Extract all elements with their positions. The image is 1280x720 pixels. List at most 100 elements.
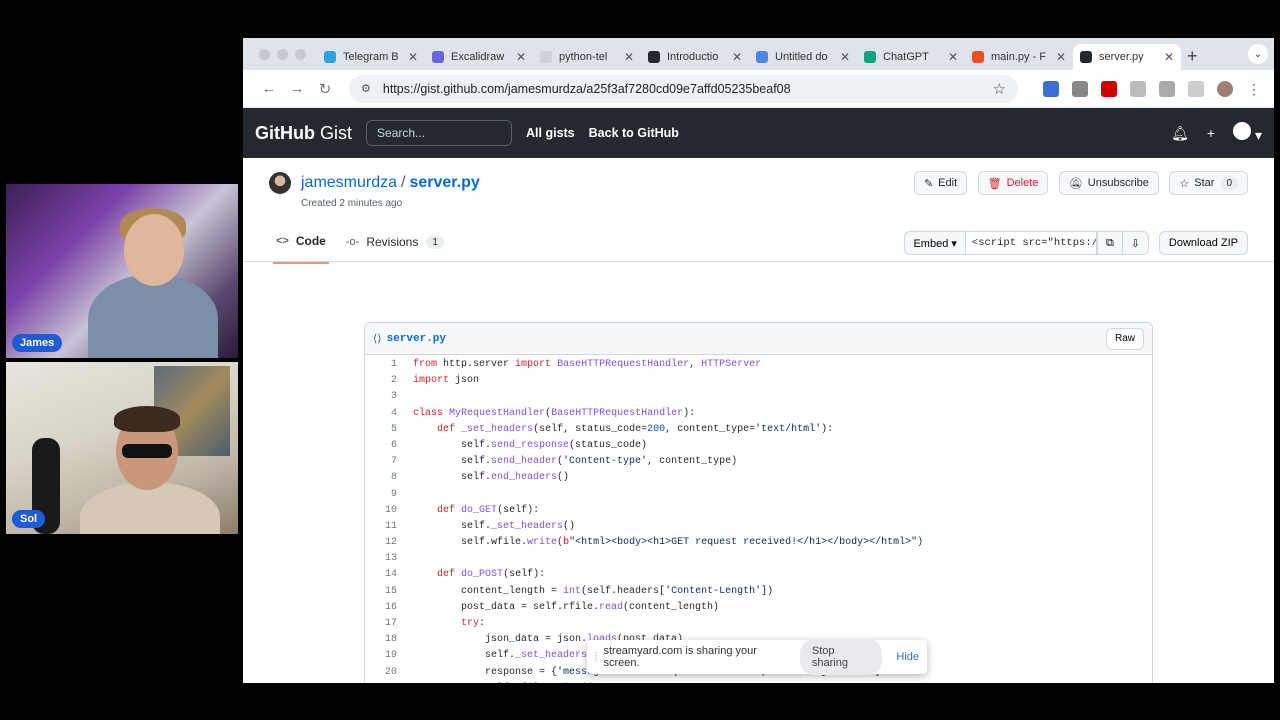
site-info-icon[interactable]: ⚙ bbox=[361, 82, 371, 95]
edit-button[interactable]: ✎ Edit bbox=[913, 171, 968, 195]
browser-tab[interactable]: python-tel ✕ bbox=[533, 44, 641, 70]
close-window-icon[interactable] bbox=[259, 48, 270, 60]
close-tab-icon[interactable]: ✕ bbox=[408, 50, 418, 64]
line-number[interactable]: 20 bbox=[365, 665, 405, 681]
reload-icon[interactable]: ↻ bbox=[311, 80, 339, 98]
copy-icon[interactable]: ⧉ bbox=[1096, 231, 1123, 255]
search-input[interactable]: Search... bbox=[366, 120, 513, 146]
line-number[interactable]: 7 bbox=[365, 454, 405, 470]
tab-code-label: Code bbox=[295, 234, 326, 248]
line-number[interactable]: 2 bbox=[365, 373, 405, 389]
line-number[interactable]: 5 bbox=[365, 422, 405, 438]
line-number[interactable]: 11 bbox=[365, 519, 405, 535]
line-number[interactable]: 15 bbox=[365, 584, 405, 600]
embed-label: Embed bbox=[913, 238, 949, 250]
line-number[interactable]: 21 bbox=[365, 681, 405, 684]
gist-actions: ✎ Edit 🗑︎ Delete 🔕︎ Unsubscribe ☆ Star 0 bbox=[908, 171, 1248, 195]
embed-select[interactable]: Embed ▾ bbox=[904, 231, 965, 255]
line-number[interactable]: 14 bbox=[365, 567, 405, 583]
embed-code-input[interactable]: <script src="https:// bbox=[964, 231, 1097, 255]
media-icon[interactable] bbox=[1159, 80, 1175, 97]
tab-search-icon[interactable]: ⌄ bbox=[1248, 44, 1268, 64]
github-gist-logo[interactable]: GitHub Gist bbox=[255, 123, 352, 144]
maximize-window-icon[interactable] bbox=[295, 48, 306, 60]
gist-filename-link[interactable]: server.py bbox=[409, 174, 479, 192]
close-tab-icon[interactable]: ✕ bbox=[1164, 50, 1174, 64]
close-tab-icon[interactable]: ✕ bbox=[732, 50, 742, 64]
tab-label: python-tel bbox=[559, 51, 608, 63]
url-field[interactable]: ⚙ https://gist.github.com/jamesmurdza/a2… bbox=[349, 74, 1018, 103]
owner-avatar[interactable] bbox=[269, 172, 291, 194]
browser-tab[interactable]: Telegram B ✕ bbox=[317, 44, 425, 70]
line-number[interactable]: 8 bbox=[365, 470, 405, 486]
line-number[interactable]: 3 bbox=[365, 389, 405, 405]
title-separator: / bbox=[401, 174, 406, 191]
pencil-icon: ✎ bbox=[923, 177, 934, 190]
extension-icon[interactable] bbox=[1101, 80, 1117, 97]
unsubscribe-button[interactable]: 🔕︎ Unsubscribe bbox=[1058, 171, 1159, 195]
edit-label: Edit bbox=[938, 177, 958, 189]
browser-tab[interactable]: main.py - F ✕ bbox=[965, 44, 1073, 70]
file-name-link[interactable]: server.py bbox=[387, 333, 446, 345]
line-number[interactable]: 4 bbox=[365, 406, 405, 422]
tab-label: Untitled do bbox=[775, 51, 828, 63]
bookmark-star-icon[interactable]: ☆ bbox=[993, 80, 1006, 98]
back-arrow-icon[interactable]: ← bbox=[255, 80, 283, 97]
all-gists-link[interactable]: All gists bbox=[526, 126, 575, 140]
download-zip-button[interactable]: Download ZIP bbox=[1158, 231, 1248, 255]
drag-handle-icon[interactable]: ⦙ bbox=[595, 651, 597, 664]
tab-label: server.py bbox=[1099, 51, 1144, 63]
close-tab-icon[interactable]: ✕ bbox=[948, 50, 958, 64]
line-number[interactable]: 13 bbox=[365, 551, 405, 567]
hide-button[interactable]: Hide bbox=[896, 651, 919, 663]
line-number[interactable]: 17 bbox=[365, 616, 405, 632]
code-line: 1 from http.server import BaseHTTPRequest… bbox=[365, 357, 1152, 373]
kebab-menu-icon[interactable]: ⋮ bbox=[1246, 81, 1262, 97]
embed-controls: Embed ▾ <script src="https:// ⧉ ⇩ Downlo… bbox=[904, 231, 1248, 255]
desktop-download-icon[interactable]: ⇩ bbox=[1122, 231, 1149, 255]
delete-button[interactable]: 🗑︎ Delete bbox=[977, 171, 1049, 195]
line-content: self.end_headers() bbox=[413, 472, 570, 484]
line-number[interactable]: 6 bbox=[365, 438, 405, 454]
tab-code[interactable]: <> Code bbox=[273, 234, 329, 264]
tab-revisions[interactable]: -o- Revisions 1 bbox=[343, 234, 447, 264]
line-number[interactable]: 10 bbox=[365, 503, 405, 519]
notification-bell-icon[interactable]: 🔔︎ bbox=[1171, 125, 1189, 142]
close-tab-icon[interactable]: ✕ bbox=[624, 50, 634, 64]
gist-header: GitHub Gist Search... All gists Back to … bbox=[243, 108, 1274, 158]
raw-button[interactable]: Raw bbox=[1105, 327, 1144, 350]
extension-icon[interactable] bbox=[1072, 80, 1088, 97]
line-number[interactable]: 19 bbox=[365, 648, 405, 664]
sidepanel-icon[interactable] bbox=[1188, 80, 1204, 97]
close-tab-icon[interactable]: ✕ bbox=[840, 50, 850, 64]
address-bar: ← → ↻ ⚙ https://gist.github.com/jamesmur… bbox=[243, 70, 1274, 108]
line-number[interactable]: 18 bbox=[365, 632, 405, 648]
profile-avatar[interactable] bbox=[1217, 80, 1233, 97]
forward-arrow-icon[interactable]: → bbox=[283, 80, 311, 97]
line-number[interactable]: 1 bbox=[365, 357, 405, 373]
plus-icon[interactable]: + bbox=[1207, 125, 1215, 141]
puzzle-icon[interactable] bbox=[1130, 80, 1146, 97]
browser-tab[interactable]: Excalidraw ✕ bbox=[425, 44, 533, 70]
line-number[interactable]: 12 bbox=[365, 535, 405, 551]
minimize-window-icon[interactable] bbox=[277, 48, 288, 60]
browser-tab[interactable]: Introductio ✕ bbox=[641, 44, 749, 70]
stop-sharing-button[interactable]: Stop sharing bbox=[799, 639, 883, 675]
browser-tab[interactable]: Untitled do ✕ bbox=[749, 44, 857, 70]
star-button[interactable]: ☆ Star 0 bbox=[1169, 171, 1248, 195]
sunglasses bbox=[122, 444, 172, 458]
line-number[interactable]: 16 bbox=[365, 600, 405, 616]
owner-link[interactable]: jamesmurdza bbox=[301, 174, 397, 192]
user-menu[interactable]: ▾ bbox=[1233, 122, 1262, 144]
close-tab-icon[interactable]: ✕ bbox=[516, 50, 526, 64]
gist-tabs: <> Code -o- Revisions 1 bbox=[273, 234, 461, 264]
code-line: 8 self.end_headers() bbox=[365, 470, 1152, 486]
close-tab-icon[interactable]: ✕ bbox=[1056, 50, 1066, 64]
browser-tab[interactable]: server.py ✕ bbox=[1073, 44, 1181, 70]
new-tab-icon[interactable]: + bbox=[1187, 46, 1198, 67]
back-to-github-link[interactable]: Back to GitHub bbox=[589, 126, 679, 140]
line-content: def _set_headers(self, status_code=200, … bbox=[437, 423, 834, 435]
extension-icon[interactable] bbox=[1043, 80, 1059, 97]
browser-tab[interactable]: ChatGPT ✕ bbox=[857, 44, 965, 70]
line-number[interactable]: 9 bbox=[365, 487, 405, 503]
